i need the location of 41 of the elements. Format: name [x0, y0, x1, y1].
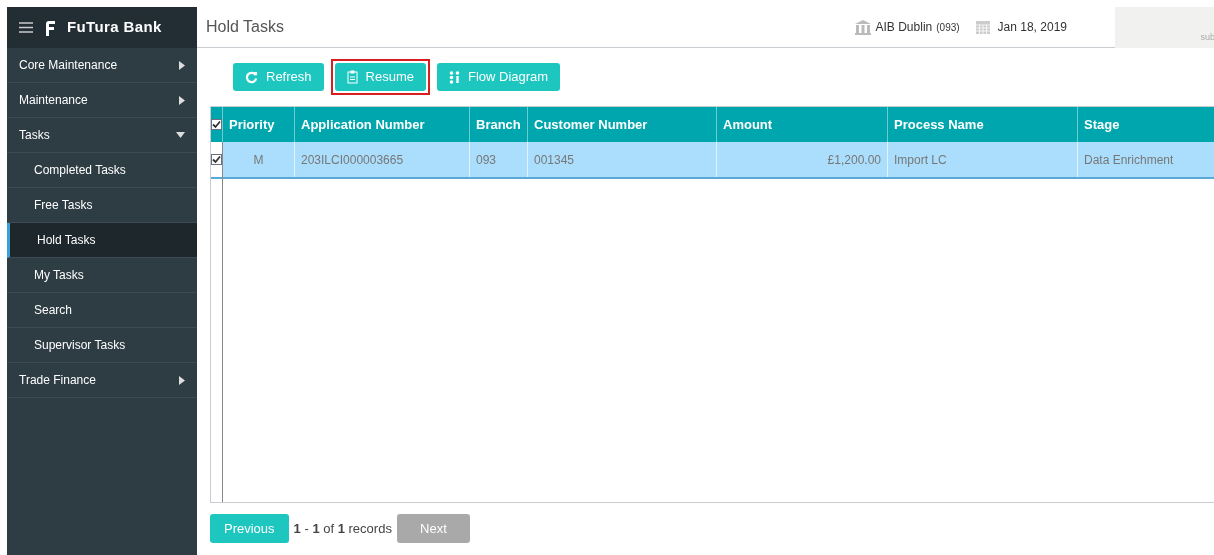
brand-name: FuTura Bank: [67, 17, 162, 38]
bank-icon: [853, 19, 872, 35]
caret-right-icon: [179, 95, 185, 105]
table-cell: M: [223, 142, 295, 177]
calendar-icon: [975, 20, 990, 34]
menu-icon[interactable]: [19, 22, 33, 33]
branch-code: (093): [936, 20, 960, 35]
toolbar-button[interactable]: Refresh: [233, 63, 324, 91]
table-row[interactable]: M 203ILCI000003665 093 001345 £1,200.00 Import LC Data Enrichment: [223, 142, 1214, 179]
sidebar-subitem[interactable]: Search: [7, 293, 197, 328]
table-cell: £1,200.00: [717, 142, 888, 177]
sidebar-item[interactable]: Maintenance: [7, 83, 197, 118]
refresh-icon: [245, 70, 258, 84]
sidebar-subitem[interactable]: Hold Tasks: [7, 223, 197, 258]
caret-right-icon: [179, 60, 185, 70]
table-cell: 001345: [528, 142, 717, 177]
table-cell: Data Enrichment: [1078, 142, 1214, 177]
logo-icon: [45, 19, 55, 36]
table-cell: Import LC: [888, 142, 1078, 177]
checkbox[interactable]: [211, 119, 222, 130]
caret-right-icon: [179, 375, 185, 385]
checkbox[interactable]: [211, 154, 222, 165]
sidebar-subitem[interactable]: My Tasks: [7, 258, 197, 293]
branch-name: AIB Dublin: [875, 19, 933, 36]
caret-down-icon: [176, 132, 185, 138]
user-panel[interactable]: sub: [1115, 6, 1214, 48]
sidebar-item[interactable]: Core Maintenance: [7, 48, 197, 83]
sidebar-subitem[interactable]: Completed Tasks: [7, 153, 197, 188]
sidebar-item[interactable]: Tasks: [7, 118, 197, 153]
toolbar-button[interactable]: Resume: [334, 63, 426, 91]
date-text: Jan 18, 2019: [997, 19, 1067, 36]
previous-button[interactable]: Previous: [210, 514, 289, 543]
table-cell: 203ILCI000003665: [295, 142, 470, 177]
table-cell: 093: [470, 142, 528, 177]
sidebar-subitem[interactable]: Supervisor Tasks: [7, 328, 197, 363]
toolbar-button[interactable]: Flow Diagram: [436, 63, 561, 91]
flow-icon: [448, 70, 460, 84]
page-title: Hold Tasks: [206, 17, 285, 37]
records-summary: 1 - 1 of 1 records: [293, 519, 392, 538]
sidebar-item[interactable]: Trade Finance: [7, 363, 197, 398]
clipboard-icon: [346, 70, 358, 84]
